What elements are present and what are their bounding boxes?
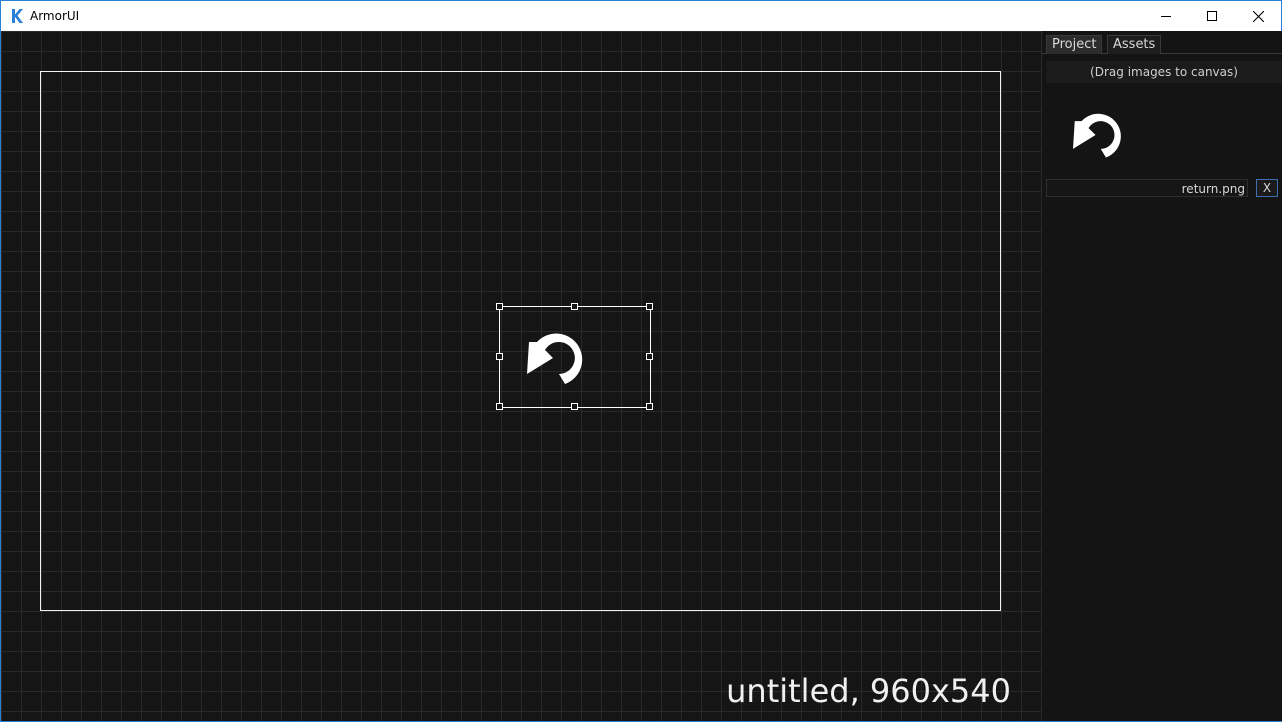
side-panel: Project Assets (Drag images to canvas) r…	[1041, 31, 1282, 721]
drag-hint: (Drag images to canvas)	[1046, 61, 1282, 83]
close-icon	[1252, 10, 1264, 22]
tab-project[interactable]: Project	[1046, 35, 1103, 54]
resize-handle-right[interactable]	[646, 353, 653, 360]
resize-handle-bottom[interactable]	[571, 403, 578, 410]
selection-box[interactable]	[496, 303, 653, 410]
remove-asset-button[interactable]: X	[1256, 179, 1278, 197]
minimize-icon	[1161, 16, 1171, 17]
resize-handle-bottom-right[interactable]	[646, 403, 653, 410]
resize-handle-top-left[interactable]	[496, 303, 503, 310]
app-window: ArmorUI untitled, 960x540 Project Assets…	[0, 0, 1282, 722]
armorui-logo-icon	[12, 9, 23, 23]
asset-thumbnail-icon[interactable]	[1071, 109, 1127, 161]
title-bar[interactable]: ArmorUI	[1, 1, 1281, 31]
resize-handle-bottom-left[interactable]	[496, 403, 503, 410]
window-title: ArmorUI	[30, 9, 80, 23]
resize-handle-top[interactable]	[571, 303, 578, 310]
resize-handle-top-right[interactable]	[646, 303, 653, 310]
canvas-workspace[interactable]: untitled, 960x540	[1, 31, 1041, 721]
canvas-info-label: untitled, 960x540	[726, 672, 1011, 710]
minimize-button[interactable]	[1143, 1, 1189, 31]
resize-handle-left[interactable]	[496, 353, 503, 360]
asset-name-field[interactable]: return.png	[1046, 179, 1248, 197]
close-button[interactable]	[1235, 1, 1281, 31]
tab-assets[interactable]: Assets	[1107, 35, 1162, 54]
maximize-button[interactable]	[1189, 1, 1235, 31]
tab-bar: Project Assets	[1042, 31, 1282, 54]
maximize-icon	[1207, 11, 1217, 21]
